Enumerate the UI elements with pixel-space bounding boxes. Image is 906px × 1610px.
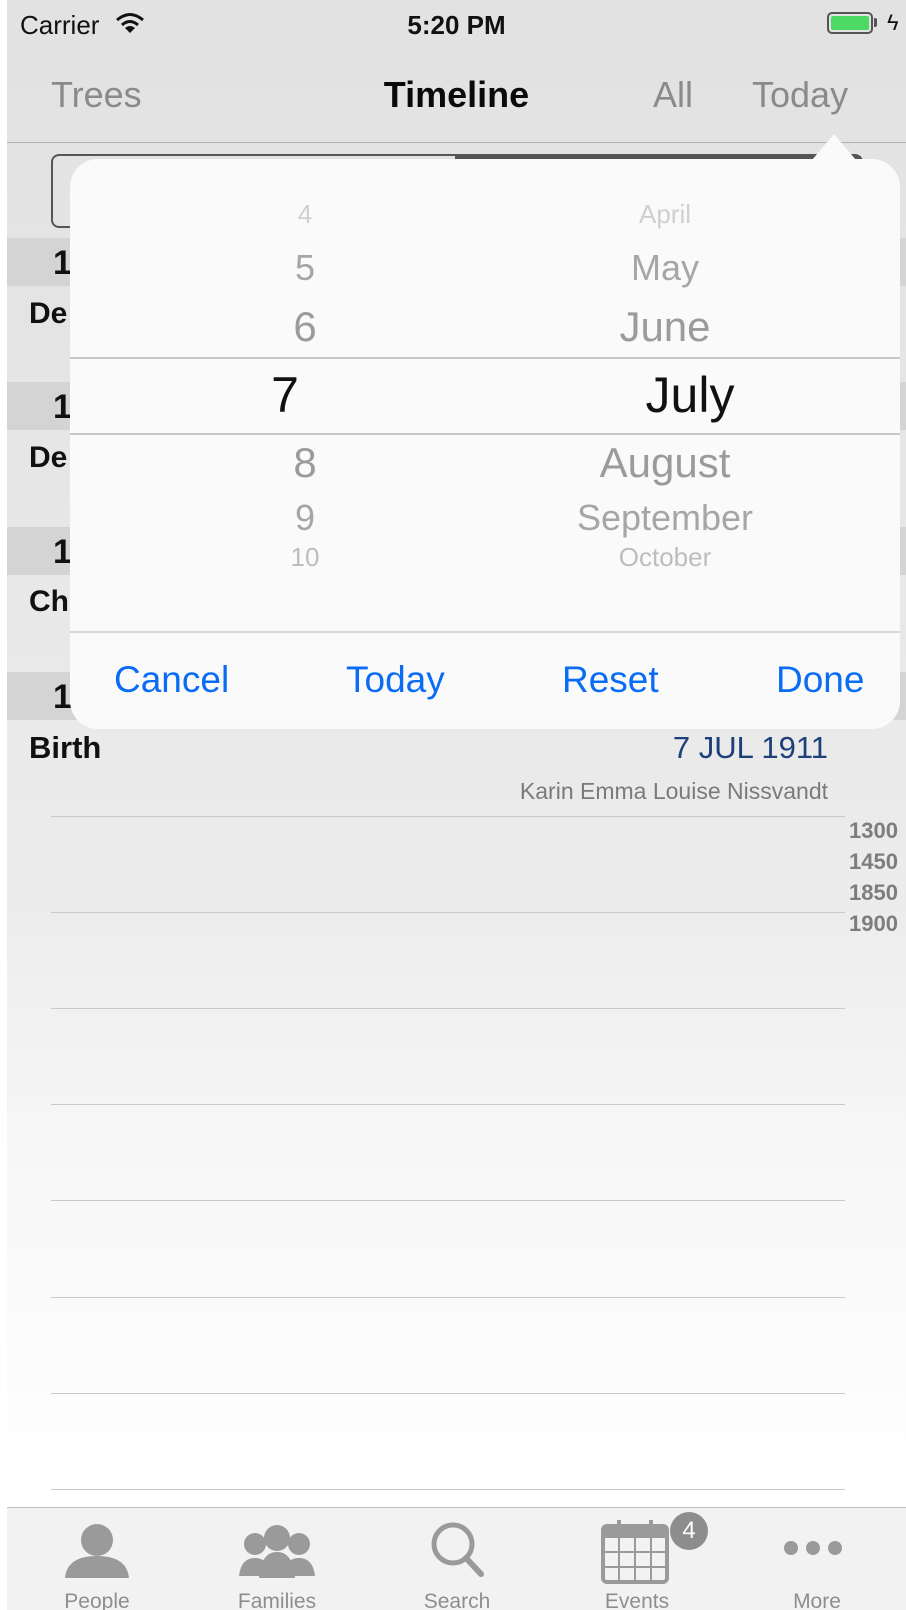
today-nav-button[interactable]: Today (752, 74, 848, 116)
year-index-item[interactable]: 1450 (849, 846, 906, 877)
row-separator (51, 1200, 845, 1201)
row-separator (51, 1393, 845, 1394)
date-picker-popover: 4 5 6 7 8 9 10 April May June July Augus… (70, 159, 900, 729)
status-time: 5:20 PM (407, 10, 506, 40)
picker-day-option[interactable]: 8 (230, 439, 380, 487)
tab-label: Events (604, 1590, 670, 1610)
year-index-item[interactable]: 1300 (849, 815, 906, 846)
event-date: 7 JUL 1911 (672, 730, 828, 765)
tab-bar: People Families Search Events More (7, 1507, 906, 1610)
done-button[interactable]: Done (776, 659, 864, 701)
picker-selection-bottom (70, 433, 900, 435)
app-screen: Carrier 5:20 PM ϟ Trees Timeline All Tod… (7, 0, 906, 1610)
row-separator (51, 1297, 845, 1298)
event-title: Birth (29, 730, 102, 765)
event-title: Ch (29, 585, 69, 618)
more-icon (784, 1541, 842, 1555)
status-bar: Carrier 5:20 PM ϟ (7, 0, 906, 50)
tab-label: Families (237, 1590, 317, 1610)
row-separator (51, 1008, 845, 1009)
all-button[interactable]: All (653, 74, 693, 116)
battery-tip (874, 18, 877, 27)
events-badge: 4 (670, 1512, 708, 1550)
tab-families[interactable]: Families (187, 1508, 367, 1610)
year-index-item[interactable]: 1900 (849, 908, 906, 939)
year-index-item[interactable]: 1850 (849, 877, 906, 908)
row-separator (51, 816, 845, 817)
picker-day-option[interactable]: 6 (230, 303, 380, 351)
event-person: Karin Emma Louise Nissvandt (519, 778, 828, 804)
picker-month-option[interactable]: May (550, 247, 780, 289)
date-picker[interactable]: 4 5 6 7 8 9 10 April May June July Augus… (70, 199, 900, 599)
picker-month-option[interactable]: September (550, 497, 780, 539)
tab-more[interactable]: More (727, 1508, 906, 1610)
search-icon (431, 1522, 484, 1577)
person-icon (65, 1524, 129, 1578)
picker-month-option[interactable]: June (550, 303, 780, 351)
charging-icon: ϟ (887, 10, 899, 35)
picker-day-option[interactable]: 10 (230, 542, 380, 573)
tab-people[interactable]: People (7, 1508, 187, 1610)
tab-search[interactable]: Search (367, 1508, 547, 1610)
navigation-bar: Trees Timeline All Today (7, 50, 906, 143)
row-separator (51, 1104, 845, 1105)
actions-divider (70, 631, 900, 633)
picker-day-option[interactable]: 9 (230, 497, 380, 539)
tab-label: People (64, 1590, 130, 1610)
picker-month-option[interactable]: April (550, 199, 780, 230)
picker-selection-top (70, 357, 900, 359)
picker-day-option[interactable]: 5 (230, 247, 380, 289)
tab-label: More (793, 1590, 841, 1610)
row-separator (51, 912, 845, 913)
tab-label: Search (423, 1590, 491, 1610)
picker-month-selected[interactable]: July (570, 366, 810, 424)
group-icon (239, 1525, 315, 1578)
cancel-button[interactable]: Cancel (114, 659, 229, 701)
today-button[interactable]: Today (346, 659, 445, 701)
battery-icon (827, 12, 873, 34)
event-title: De (29, 297, 68, 330)
popover-arrow (812, 134, 856, 160)
picker-day-option[interactable]: 4 (230, 199, 380, 230)
row-separator (51, 1489, 845, 1490)
picker-month-option[interactable]: August (550, 439, 780, 487)
picker-day-selected[interactable]: 7 (230, 366, 340, 424)
reset-button[interactable]: Reset (562, 659, 659, 701)
picker-month-option[interactable]: October (550, 542, 780, 573)
year-index[interactable]: 1300 1450 1850 1900 (849, 815, 906, 939)
event-title: De (29, 441, 68, 474)
